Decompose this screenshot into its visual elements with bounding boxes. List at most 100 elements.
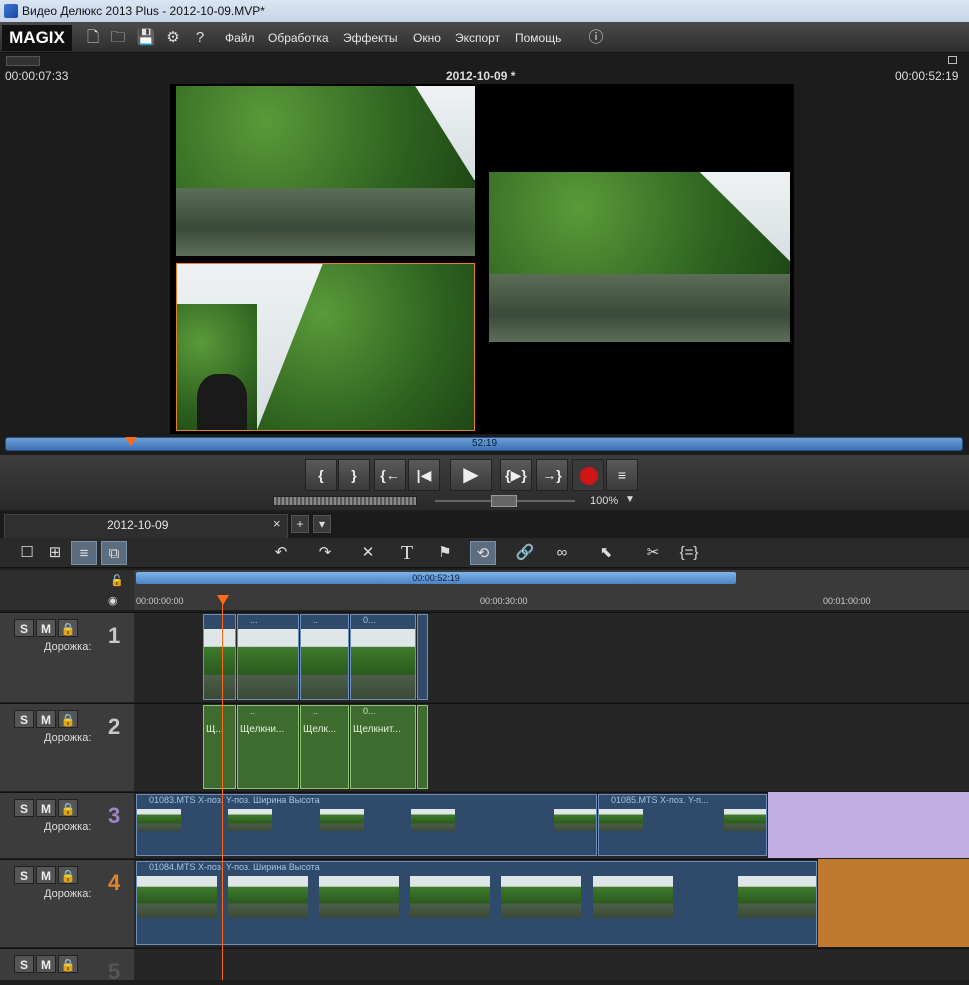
mute-button[interactable]: M	[36, 799, 56, 817]
clip[interactable]: ..	[300, 614, 349, 700]
new-file-icon[interactable]: 🗋	[83, 28, 103, 48]
group-link-icon[interactable]: 🔗	[512, 541, 538, 565]
title-clip[interactable]: 0... Щелкнит...	[350, 705, 416, 789]
lock-icon[interactable]: 🔒	[58, 866, 78, 884]
help-pointer-icon[interactable]: ?	[190, 28, 210, 48]
clip[interactable]	[203, 614, 236, 700]
playhead-marker[interactable]	[217, 595, 229, 605]
undo-icon[interactable]: ↶	[268, 541, 294, 565]
zoom-level[interactable]: 100%	[590, 495, 618, 507]
go-to-in-button[interactable]: {←	[374, 459, 406, 491]
play-button[interactable]: ▶	[450, 459, 492, 491]
info-icon[interactable]: ⓘ	[586, 28, 606, 48]
preview-picture-1	[176, 86, 475, 256]
solo-button[interactable]: S	[14, 955, 34, 973]
preview-picture-2	[176, 263, 475, 431]
ruler-lock-icon[interactable]: 🔓	[110, 574, 124, 587]
play-range-button[interactable]: {▶}	[500, 459, 532, 491]
single-view-icon[interactable]: ☐	[14, 541, 40, 565]
lock-icon[interactable]: 🔒	[58, 710, 78, 728]
marker-icon[interactable]: ⚑	[432, 541, 458, 565]
add-tab-button[interactable]: +	[291, 515, 309, 533]
timeline-playhead[interactable]	[222, 596, 223, 980]
mute-button[interactable]: M	[36, 710, 56, 728]
video-clip-01083[interactable]: 01083.MTS X-поз. Y-поз. Ширина Высота	[136, 794, 597, 856]
title-clip[interactable]: Щ...	[203, 705, 236, 789]
multicam-view-icon[interactable]: ⧉	[101, 541, 127, 565]
record-button[interactable]	[572, 459, 604, 491]
save-icon[interactable]: 💾	[136, 28, 156, 48]
track-header-5: S M 🔒 5	[0, 948, 134, 984]
mute-button[interactable]: M	[36, 866, 56, 884]
mouse-mode-icon[interactable]: ⬉	[593, 541, 619, 565]
ruler-visibility-icon[interactable]: ◉	[108, 594, 118, 607]
menu-help[interactable]: Помощь	[515, 29, 561, 47]
app-icon	[4, 4, 18, 18]
menu-effects[interactable]: Эффекты	[343, 29, 398, 47]
clip[interactable]: 0...	[350, 614, 416, 700]
track-number: 5	[108, 959, 121, 984]
solo-button[interactable]: S	[14, 710, 34, 728]
title-clip[interactable]: .. Щелк...	[300, 705, 349, 789]
zoom-dropdown-icon[interactable]: ▼	[625, 494, 635, 505]
video-clip-01084[interactable]: 01084.MTS X-поз. Y-поз. Ширина Высота	[136, 861, 817, 945]
go-to-out-button[interactable]: →}	[536, 459, 568, 491]
project-title: 2012-10-09 *	[446, 69, 516, 83]
close-tab-icon[interactable]: ×	[273, 516, 281, 531]
ruler-mark-0: 00:00:00:00	[136, 596, 184, 606]
3d-glasses-icon[interactable]	[6, 56, 40, 66]
track-label: Дорожка:	[44, 732, 92, 744]
maximize-preview-icon[interactable]	[948, 56, 957, 64]
solo-button[interactable]: S	[14, 866, 34, 884]
track-header-2: S M 🔒 Дорожка: 2	[0, 703, 134, 791]
track-label: Дорожка:	[44, 888, 92, 900]
clip[interactable]	[417, 614, 428, 700]
jog-wheel[interactable]	[273, 496, 417, 506]
menu-file[interactable]: Файл	[225, 29, 255, 47]
open-folder-icon[interactable]: 🗀	[108, 28, 128, 48]
set-out-point-button[interactable]: }	[338, 459, 370, 491]
loop-icon[interactable]: ⟲	[470, 541, 496, 565]
ruler-mark-30: 00:00:30:00	[480, 596, 528, 606]
track-4-empty-area[interactable]	[818, 859, 969, 947]
track-3-empty-area[interactable]	[768, 792, 969, 858]
settings-gear-icon[interactable]: ⚙	[163, 28, 183, 48]
video-clip-01085[interactable]: 01085.MTS X-поз. Y-п...	[598, 794, 767, 856]
title-clip[interactable]: .. Щелкни...	[237, 705, 299, 789]
solo-button[interactable]: S	[14, 619, 34, 637]
tab-menu-button[interactable]: ▾	[313, 515, 331, 533]
preview-options-button[interactable]: ≡	[606, 459, 638, 491]
shuttle-handle[interactable]	[491, 495, 517, 507]
track-number: 2	[108, 714, 121, 739]
lock-icon[interactable]: 🔒	[58, 619, 78, 637]
delete-icon[interactable]: ✕	[355, 541, 381, 565]
scrub-playhead-marker[interactable]	[125, 437, 137, 446]
lock-icon[interactable]: 🔒	[58, 955, 78, 973]
track-label: Дорожка:	[44, 821, 92, 833]
menu-window[interactable]: Окно	[413, 29, 441, 47]
mute-button[interactable]: M	[36, 955, 56, 973]
go-to-start-button[interactable]: |◀	[408, 459, 440, 491]
track-header-4: S M 🔒 Дорожка: 4	[0, 859, 134, 947]
solo-button[interactable]: S	[14, 799, 34, 817]
ruler-mark-60: 00:01:00:00	[823, 596, 871, 606]
track-number: 1	[108, 623, 121, 648]
mute-button[interactable]: M	[36, 619, 56, 637]
timeline-view-icon[interactable]: ≡	[71, 541, 97, 565]
redo-icon[interactable]: ↷	[312, 541, 338, 565]
current-time: 00:00:07:33	[5, 69, 69, 83]
fit-to-window-icon[interactable]: {=}	[676, 541, 702, 565]
magix-logo: MAGIX	[2, 25, 72, 51]
storyboard-view-icon[interactable]: ⊞	[42, 541, 68, 565]
track-lane-5[interactable]	[134, 948, 969, 980]
track-header-1: S M 🔒 Дорожка: 1	[0, 612, 134, 702]
menu-export[interactable]: Экспорт	[455, 29, 500, 47]
lock-icon[interactable]: 🔒	[58, 799, 78, 817]
clip[interactable]: ...	[237, 614, 299, 700]
title-clip[interactable]	[417, 705, 428, 789]
set-in-point-button[interactable]: {	[305, 459, 337, 491]
menu-edit[interactable]: Обработка	[268, 29, 329, 47]
razor-tool-icon[interactable]: ✂	[640, 541, 666, 565]
text-tool-icon[interactable]: T	[394, 541, 420, 565]
ungroup-icon[interactable]: ∞	[549, 541, 575, 565]
